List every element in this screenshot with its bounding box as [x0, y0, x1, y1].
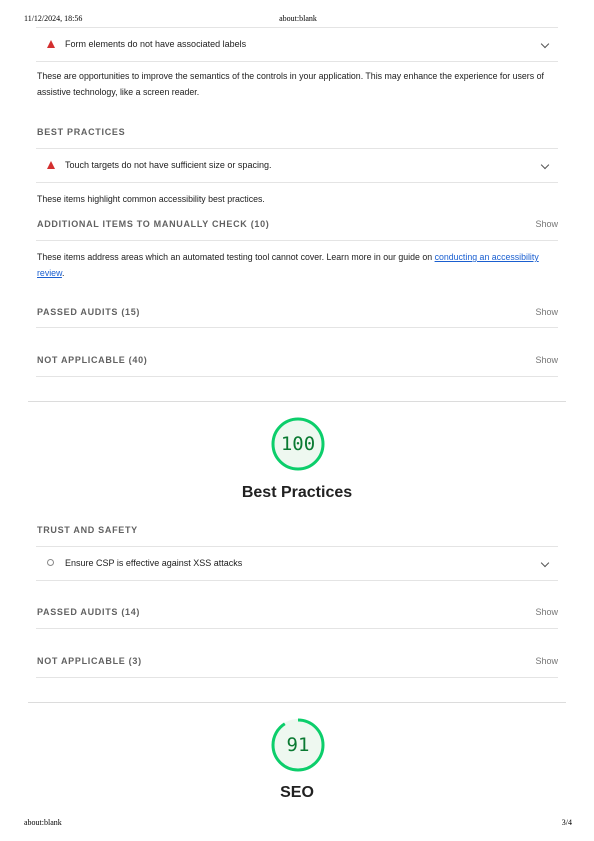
not-applicable-title[interactable]: NOT APPLICABLE (40): [37, 355, 147, 365]
seo-score: 91: [286, 734, 310, 756]
page-number: 3/4: [561, 818, 572, 827]
divider: [36, 628, 558, 629]
fail-triangle-icon: [47, 40, 55, 48]
audit-touch-targets[interactable]: Touch targets do not have sufficient siz…: [36, 149, 558, 183]
manual-check-title[interactable]: ADDITIONAL ITEMS TO MANUALLY CHECK (10): [37, 219, 270, 229]
manual-check-description: These items address areas which an autom…: [37, 250, 559, 281]
show-manual-check-button[interactable]: Show: [535, 219, 558, 229]
divider: [36, 376, 558, 377]
bp-not-applicable-label: NOT APPLICABLE: [37, 656, 126, 666]
audit-form-labels[interactable]: Form elements do not have associated lab…: [36, 28, 558, 62]
divider: [36, 61, 558, 62]
bp-passed-count: (14): [121, 607, 141, 617]
manual-desc-suffix: .: [61, 267, 65, 278]
audit-title: Form elements do not have associated lab…: [65, 39, 247, 49]
bp-not-applicable-title[interactable]: NOT APPLICABLE (3): [37, 656, 142, 666]
informative-circle-icon: [47, 559, 54, 566]
group-title-trust-safety: TRUST AND SAFETY: [37, 525, 138, 535]
divider: [36, 240, 558, 241]
audit-title: Touch targets do not have sufficient siz…: [65, 160, 272, 170]
show-passed-audits-button[interactable]: Show: [535, 307, 558, 317]
print-url: about:blank: [279, 14, 317, 23]
divider: [36, 677, 558, 678]
print-header: 11/12/2024, 18:56 about:blank: [24, 14, 572, 24]
not-applicable-label: NOT APPLICABLE: [37, 355, 126, 365]
bp-passed-audits-title[interactable]: PASSED AUDITS (14): [37, 607, 140, 617]
best-practices-title: Best Practices: [241, 484, 353, 501]
best-practices-score: 100: [280, 433, 316, 455]
bp-passed-label: PASSED AUDITS: [37, 607, 119, 617]
chevron-down-icon[interactable]: [540, 160, 550, 170]
group-description: These are opportunities to improve the s…: [37, 71, 544, 97]
category-separator: [28, 702, 566, 703]
passed-audits-title[interactable]: PASSED AUDITS (15): [37, 307, 140, 317]
fail-triangle-icon: [47, 161, 55, 169]
group-title-best-practices: BEST PRACTICES: [37, 127, 126, 137]
divider: [36, 580, 558, 581]
print-footer: about:blank 3/4: [24, 818, 572, 828]
audit-csp[interactable]: Ensure CSP is effective against XSS atta…: [36, 547, 558, 581]
category-separator: [28, 401, 566, 402]
footer-url: about:blank: [24, 818, 62, 827]
show-bp-passed-button[interactable]: Show: [535, 607, 558, 617]
divider: [36, 327, 558, 328]
not-applicable-count: (40): [128, 355, 148, 365]
group-description: These items highlight common accessibili…: [37, 194, 265, 204]
manual-check-label: ADDITIONAL ITEMS TO MANUALLY CHECK: [37, 219, 248, 229]
divider: [36, 182, 558, 183]
best-practices-gauge[interactable]: 100: [270, 416, 326, 472]
audit-title: Ensure CSP is effective against XSS atta…: [65, 558, 243, 568]
seo-gauge[interactable]: 91: [270, 717, 326, 773]
passed-audits-count: (15): [121, 307, 141, 317]
show-not-applicable-button[interactable]: Show: [535, 355, 558, 365]
manual-check-count: (10): [250, 219, 270, 229]
bp-not-applicable-count: (3): [128, 656, 142, 666]
chevron-down-icon[interactable]: [540, 558, 550, 568]
chevron-down-icon[interactable]: [540, 39, 550, 49]
manual-desc-text: These items address areas which an autom…: [37, 252, 435, 262]
passed-audits-label: PASSED AUDITS: [37, 307, 119, 317]
seo-title: SEO: [280, 784, 314, 801]
show-bp-not-applicable-button[interactable]: Show: [535, 656, 558, 666]
